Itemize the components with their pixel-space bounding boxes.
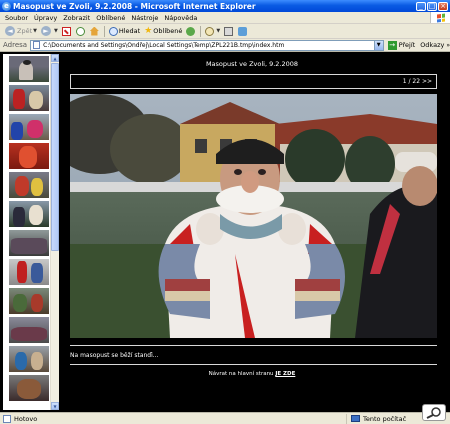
go-label: Přejít [398,41,416,49]
back-arrow-icon: ◄ [5,26,15,36]
home-icon [89,26,99,36]
toolbar-separator [103,25,105,37]
thumbnail-scrollbar[interactable]: ▲ ▼ [50,54,59,410]
chevron-down-icon[interactable]: ▼ [54,28,58,34]
thumbnail-panel: ▲ ▼ [3,54,59,410]
search-label: Hledat [118,27,141,35]
chevron-down-icon[interactable]: ▼ [216,28,220,34]
back-link[interactable]: JE ZDE [275,371,295,377]
back-button[interactable]: ◄ Zpět ▼ [3,25,39,38]
forward-arrow-icon: ► [41,26,51,36]
photo-caption: Na masopust se běží stanďi... [70,352,159,359]
history-button[interactable] [184,25,198,38]
address-bar: Adresa C:\Documents and Settings\Ondřej\… [0,39,450,52]
home-button[interactable] [88,25,102,38]
status-bar: Hotovo Tento počítač [0,412,450,424]
thumbnail-list [9,56,49,404]
page-icon [33,41,41,49]
page-content: ▲ ▼ Masopust ve Zvoli, 9.2.2008 1 / 22 >… [0,52,450,412]
menu-nastroje[interactable]: Nástroje [128,14,161,22]
print-icon [224,26,234,36]
menu-upravy[interactable]: Úpravy [31,14,60,22]
chevron-down-icon[interactable]: ▼ [33,28,37,34]
main-photo [70,94,437,338]
title-bar: e Masopust ve Zvoli, 9.2.2008 - Microsof… [0,0,450,12]
thumbnail-7[interactable] [9,230,49,256]
thumbnail-4[interactable] [9,143,49,169]
toolbar-separator [200,25,202,37]
back-label: Zpět [17,27,33,35]
zone-text: Tento počítač [363,414,407,423]
favorites-label: Oblíbené [153,27,183,35]
page-icon [3,414,11,423]
mail-button[interactable]: ▼ [203,25,222,38]
refresh-button[interactable] [74,25,88,38]
image-counter[interactable]: 1 / 22 >> [403,78,432,85]
photo-image [70,94,437,338]
go-arrow-icon: → [387,40,397,50]
close-button[interactable]: × [438,1,448,11]
forward-button[interactable]: ► ▼ [39,25,60,38]
thumbnail-8[interactable] [9,259,49,285]
thumbnail-11[interactable] [9,346,49,372]
back-to-main: Návrat na hlavní stranu JE ZDE [62,371,442,377]
mail-icon [205,26,215,36]
thumbnail-2[interactable] [9,85,49,111]
search-icon [108,26,118,36]
navigation-box: 1 / 22 >> [70,74,437,89]
windows-logo-icon [430,12,450,23]
favorites-button[interactable]: ★ Oblíbené [142,25,184,38]
refresh-icon [75,26,85,36]
thumbnail-9[interactable] [9,288,49,314]
thumbnail-12[interactable] [9,375,49,401]
menu-bar: Soubor Úpravy Zobrazit Oblíbené Nástroje… [0,12,450,24]
menu-napoveda[interactable]: Nápověda [161,14,200,22]
menu-soubor[interactable]: Soubor [0,14,31,22]
print-button[interactable] [222,25,236,38]
window-title: Masopust ve Zvoli, 9.2.2008 - Microsoft … [13,1,256,11]
caption-box: Na masopust se běží stanďi... [70,345,437,365]
links-label: Odkazy [420,41,445,49]
maximize-button[interactable]: □ [427,1,437,11]
page-title: Masopust ve Zvoli, 9.2.2008 [205,60,299,68]
menu-zobrazit[interactable]: Zobrazit [60,14,93,22]
menu-oblibene[interactable]: Oblíbené [93,14,128,22]
thumbnail-1[interactable] [9,56,49,82]
address-label: Adresa [3,41,28,49]
minimize-button[interactable]: _ [416,1,426,11]
go-button[interactable]: → Přejít [387,40,416,50]
toolbar: ◄ Zpět ▼ ► ▼ Hledat ★ Oblíbené ▼ [0,24,450,39]
messenger-icon [238,26,248,36]
thumbnail-6[interactable] [9,201,49,227]
status-text: Hotovo [14,414,38,423]
thumbnail-3[interactable] [9,114,49,140]
stop-button[interactable] [60,25,74,38]
address-dropdown-icon[interactable]: ▼ [374,39,384,51]
scroll-down-icon[interactable]: ▼ [51,402,59,410]
links-button[interactable]: Odkazy » [420,41,450,49]
chevron-right-icon: » [446,41,450,49]
computer-icon [351,415,360,422]
gallery-main: Masopust ve Zvoli, 9.2.2008 1 / 22 >> Na… [62,52,450,412]
scroll-up-icon[interactable]: ▲ [51,54,59,62]
back-text: Návrat na hlavní stranu [208,371,274,377]
star-icon: ★ [144,26,153,36]
thumbnail-5[interactable] [9,172,49,198]
thumbnail-10[interactable] [9,317,49,343]
magnifier-icon[interactable] [422,404,446,421]
address-input[interactable]: C:\Documents and Settings\Ondřej\Local S… [30,39,375,51]
internet-explorer-icon: e [2,1,11,11]
stop-icon [61,26,71,36]
scrollbar-thumb[interactable] [51,63,59,251]
history-icon [186,26,196,36]
messenger-button[interactable] [236,25,250,38]
address-value: C:\Documents and Settings\Ondřej\Local S… [43,41,285,49]
search-button[interactable]: Hledat [107,25,142,38]
